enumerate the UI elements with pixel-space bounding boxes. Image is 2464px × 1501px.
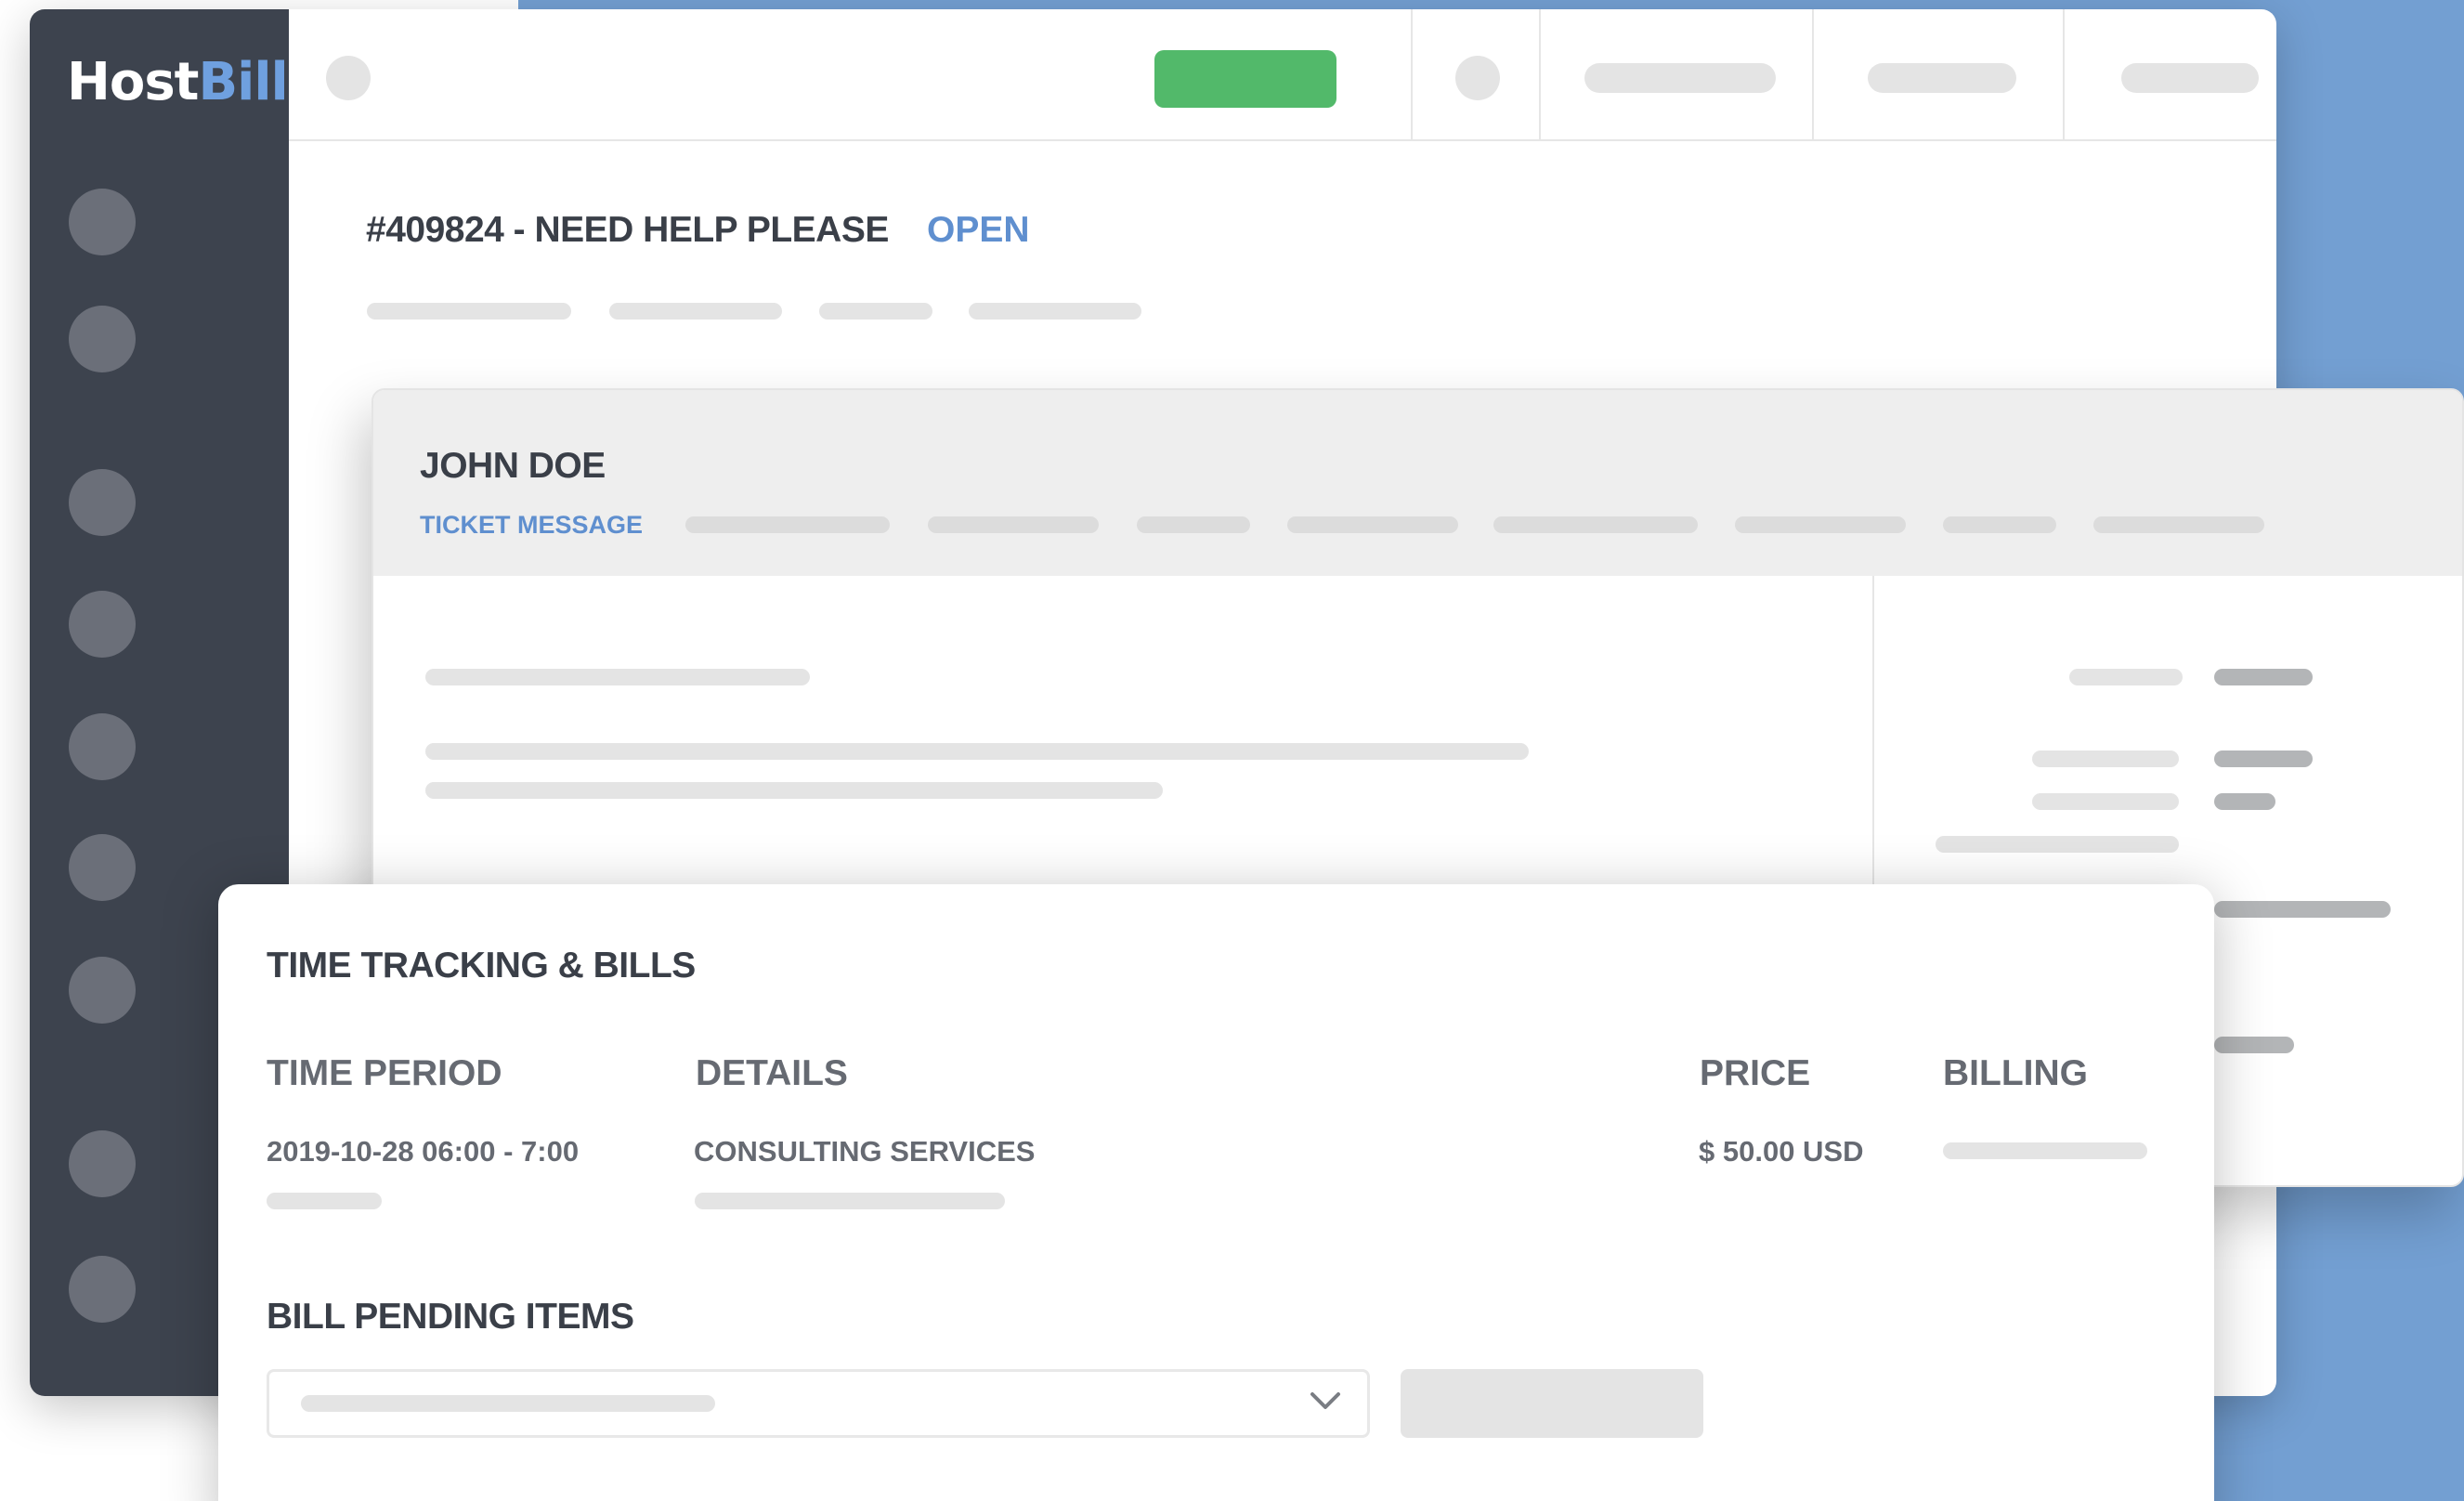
column-header-billing: BILLING xyxy=(1943,1053,2088,1093)
select-value-placeholder xyxy=(301,1395,715,1412)
message-tab-placeholder[interactable] xyxy=(685,516,890,533)
topbar-menu-item[interactable] xyxy=(1868,63,2016,93)
message-meta-label xyxy=(1936,836,2179,853)
chevron-down-icon[interactable] xyxy=(1310,1385,1341,1416)
message-text-placeholder xyxy=(425,669,810,685)
ticket-title: #409824 - NEED HELP PLEASE xyxy=(366,210,889,250)
notification-icon[interactable] xyxy=(1455,56,1500,100)
message-meta-label xyxy=(2032,750,2179,767)
cell-subtext-placeholder xyxy=(267,1193,382,1209)
topbar-divider xyxy=(1539,9,1541,141)
message-meta-value xyxy=(2214,793,2275,810)
message-meta-value xyxy=(2214,669,2313,685)
bill-pending-items-select[interactable] xyxy=(267,1369,1370,1438)
bill-pending-items-label: BILL PENDING ITEMS xyxy=(267,1297,634,1337)
message-author: JOHN DOE xyxy=(420,446,606,486)
top-bar xyxy=(289,9,2276,141)
message-meta-value xyxy=(2214,750,2313,767)
time-tracking-card: TIME TRACKING & BILLS TIME PERIOD DETAIL… xyxy=(218,884,2214,1501)
tab-ticket-message[interactable]: TICKET MESSAGE xyxy=(420,511,643,540)
sidebar-nav-icon[interactable] xyxy=(69,1130,136,1197)
sidebar-nav-icon[interactable] xyxy=(69,306,136,372)
ticket-meta-placeholder xyxy=(609,303,782,320)
message-tab-placeholder[interactable] xyxy=(1943,516,2056,533)
topbar-divider xyxy=(1411,9,1413,141)
sidebar-nav-icon[interactable] xyxy=(69,1256,136,1323)
message-tab-placeholder[interactable] xyxy=(1735,516,1906,533)
sidebar-nav-icon[interactable] xyxy=(69,957,136,1024)
message-tab-placeholder[interactable] xyxy=(1137,516,1250,533)
cell-price: $ 50.00 USD xyxy=(1699,1135,1864,1168)
message-tab-placeholder[interactable] xyxy=(2093,516,2264,533)
sidebar-nav-icon[interactable] xyxy=(69,189,136,255)
column-header-time-period: TIME PERIOD xyxy=(267,1053,502,1093)
topbar-divider xyxy=(2063,9,2065,141)
sidebar-nav-icon[interactable] xyxy=(69,713,136,780)
message-text-placeholder xyxy=(425,782,1163,799)
ticket-status-badge: OPEN xyxy=(927,210,1030,250)
message-meta-label xyxy=(2069,669,2183,685)
message-tab-placeholder[interactable] xyxy=(928,516,1099,533)
message-meta-label xyxy=(2032,793,2179,810)
sidebar-nav-icon[interactable] xyxy=(69,591,136,658)
logo[interactable]: HostBill xyxy=(67,52,289,112)
cell-details: CONSULTING SERVICES xyxy=(694,1135,1036,1168)
ticket-meta-placeholder xyxy=(367,303,571,320)
logo-bill-text: Bill xyxy=(198,52,288,112)
ticket-meta-placeholder xyxy=(819,303,932,320)
cell-subtext-placeholder xyxy=(695,1193,1005,1209)
sidebar-nav-icon[interactable] xyxy=(69,834,136,901)
message-meta-value xyxy=(2214,1037,2294,1053)
topbar-divider xyxy=(1812,9,1814,141)
message-meta-value xyxy=(2214,901,2391,918)
ticket-meta-placeholder xyxy=(969,303,1141,320)
message-text-placeholder xyxy=(425,743,1529,760)
message-tab-placeholder[interactable] xyxy=(1493,516,1698,533)
topbar-menu-item[interactable] xyxy=(2121,63,2259,93)
message-header: JOHN DOE TICKET MESSAGE xyxy=(373,390,2462,576)
bill-items-button[interactable] xyxy=(1401,1369,1703,1438)
column-header-price: PRICE xyxy=(1700,1053,1811,1093)
logo-host-text: Host xyxy=(67,52,199,112)
new-ticket-button[interactable] xyxy=(1154,50,1336,108)
time-tracking-title: TIME TRACKING & BILLS xyxy=(267,946,696,985)
menu-toggle-icon[interactable] xyxy=(326,56,371,100)
cell-time-period: 2019-10-28 06:00 - 7:00 xyxy=(267,1135,580,1168)
column-header-details: DETAILS xyxy=(696,1053,848,1093)
cell-billing-placeholder xyxy=(1943,1142,2147,1159)
sidebar-nav-icon[interactable] xyxy=(69,469,136,536)
topbar-menu-item[interactable] xyxy=(1584,63,1776,93)
message-tab-placeholder[interactable] xyxy=(1287,516,1458,533)
